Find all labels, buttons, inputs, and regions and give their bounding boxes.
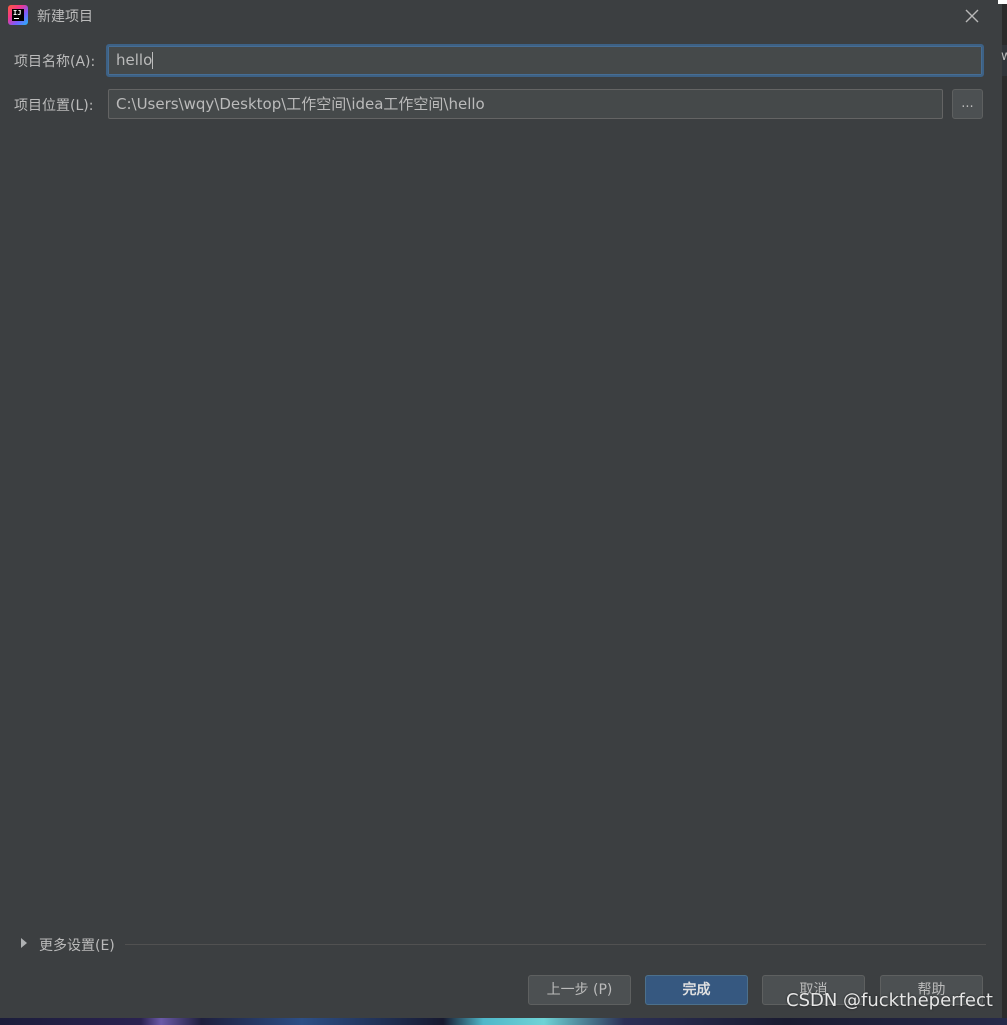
browse-button[interactable]: ... [952,89,983,119]
close-icon[interactable] [962,6,982,26]
intellij-idea-icon: IJ [8,5,28,25]
project-location-input[interactable]: C:\Users\wqy\Desktop\工作空间\idea工作空间\hello [108,89,943,119]
more-settings-divider [125,944,986,945]
previous-button[interactable]: 上一步 (P) [528,975,631,1005]
finish-button[interactable]: 完成 [645,975,748,1005]
project-name-input[interactable]: hello [106,44,984,77]
csdn-watermark: CSDN @fucktheperfect [786,990,993,1011]
desktop-background-right [1002,0,1007,1018]
project-name-value: hello [116,51,153,69]
window-title: 新建项目 [37,9,93,25]
desktop-background-bottom [0,1018,1007,1025]
new-project-dialog: w IJ 新建项目 项目名称(A): hello 项目位置(L): C:\Use… [0,0,1007,1025]
title-bar: IJ 新建项目 [0,0,1002,32]
more-settings-label: 更多设置(E) [39,938,115,954]
expand-triangle-icon [21,938,27,948]
text-caret [152,52,154,69]
background-window-sliver: w [1001,49,1007,64]
project-location-label: 项目位置(L): [14,98,94,114]
project-name-label: 项目名称(A): [14,54,96,70]
